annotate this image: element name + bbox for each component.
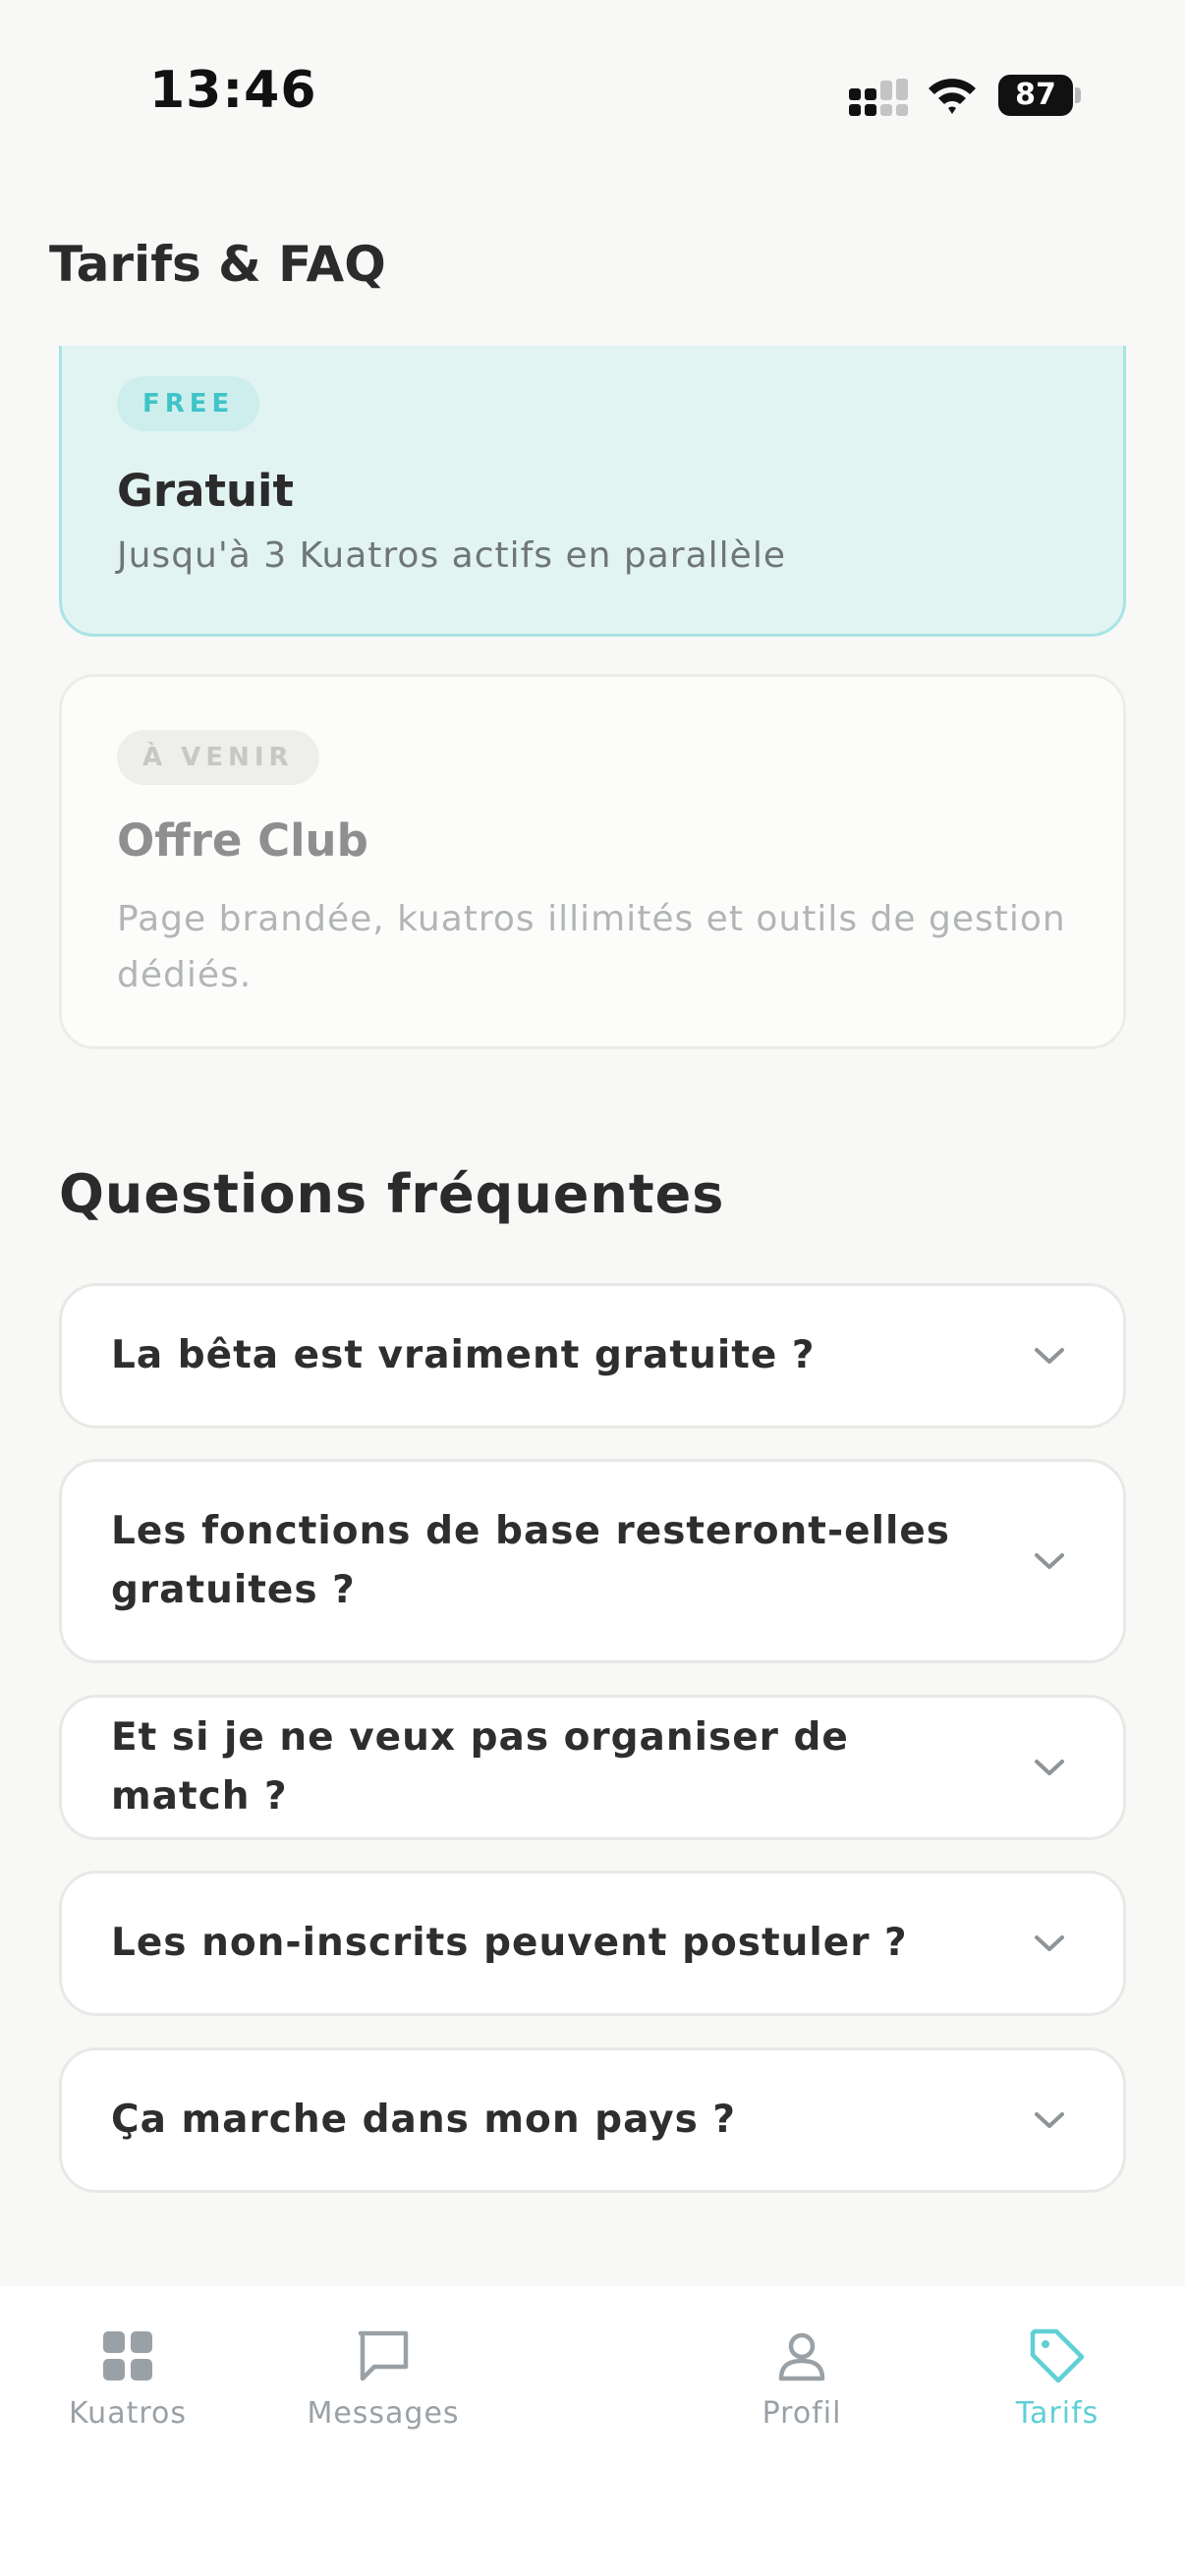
- plan-name: Gratuit: [117, 465, 294, 517]
- faq-heading: Questions fréquentes: [59, 1163, 725, 1225]
- nav-item-messages[interactable]: Messages: [285, 2325, 481, 2431]
- bottom-nav: Kuatros Messages Profil Tarifs: [0, 2286, 1185, 2576]
- plan-name: Offre Club: [117, 814, 368, 867]
- faq-item[interactable]: Les fonctions de base resteront-elles gr…: [59, 1459, 1126, 1663]
- signal-icon: [849, 79, 908, 116]
- plan-description: Page brandée, kuatros illimités et outil…: [117, 899, 1066, 995]
- plan-card-club: À VENIR Offre Club Page brandée, kuatros…: [59, 674, 1126, 1049]
- chevron-down-icon: [1035, 1348, 1064, 1364]
- battery-level: 87: [998, 75, 1073, 116]
- status-bar: 13:46 87: [0, 0, 1185, 196]
- faq-item[interactable]: La bêta est vraiment gratuite ?: [59, 1283, 1126, 1428]
- nav-item-kuatros[interactable]: Kuatros: [29, 2325, 226, 2431]
- battery-indicator: 87: [998, 75, 1081, 116]
- content-scroll[interactable]: FREE Gratuit Jusqu'à 3 Kuatros actifs en…: [0, 346, 1185, 2286]
- faq-question: Ça marche dans mon pays ?: [111, 2098, 737, 2142]
- chevron-down-icon: [1035, 1760, 1064, 1775]
- faq-question: Et si je ne veux pas organiser de match …: [111, 1715, 849, 1819]
- faq-question: Les fonctions de base resteront-elles gr…: [111, 1509, 950, 1612]
- faq-item[interactable]: Les non-inscrits peuvent postuler ?: [59, 1871, 1126, 2016]
- faq-question: La bêta est vraiment gratuite ?: [111, 1333, 816, 1377]
- wifi-icon: [929, 79, 976, 114]
- page-title: Tarifs & FAQ: [49, 236, 386, 293]
- faq-item[interactable]: Et si je ne veux pas organiser de match …: [59, 1695, 1126, 1840]
- faq-question: Les non-inscrits peuvent postuler ?: [111, 1921, 908, 1965]
- chevron-down-icon: [1035, 1935, 1064, 1951]
- nav-item-profil[interactable]: Profil: [704, 2325, 900, 2431]
- chevron-down-icon: [1035, 1553, 1064, 1569]
- plan-badge: À VENIR: [117, 730, 319, 785]
- status-time: 13:46: [149, 61, 317, 120]
- nav-label: Profil: [762, 2396, 842, 2431]
- chevron-down-icon: [1035, 2112, 1064, 2128]
- nav-label: Messages: [307, 2396, 460, 2431]
- screen: 13:46 87 Tarifs & FAQ FREE Gratuit Jusqu…: [0, 0, 1185, 2576]
- nav-item-tarifs[interactable]: Tarifs: [959, 2325, 1156, 2431]
- battery-cap: [1075, 87, 1081, 103]
- nav-label: Kuatros: [69, 2396, 187, 2431]
- tag-icon: [1030, 2328, 1085, 2383]
- plan-card-free[interactable]: FREE Gratuit Jusqu'à 3 Kuatros actifs en…: [59, 346, 1126, 637]
- faq-item[interactable]: Ça marche dans mon pays ?: [59, 2047, 1126, 2193]
- plan-badge: FREE: [117, 376, 260, 431]
- person-icon: [778, 2332, 825, 2381]
- message-icon: [358, 2330, 409, 2381]
- grid-icon: [103, 2331, 152, 2380]
- nav-label: Tarifs: [1015, 2396, 1100, 2431]
- plan-description: Jusqu'à 3 Kuatros actifs en parallèle: [117, 535, 786, 576]
